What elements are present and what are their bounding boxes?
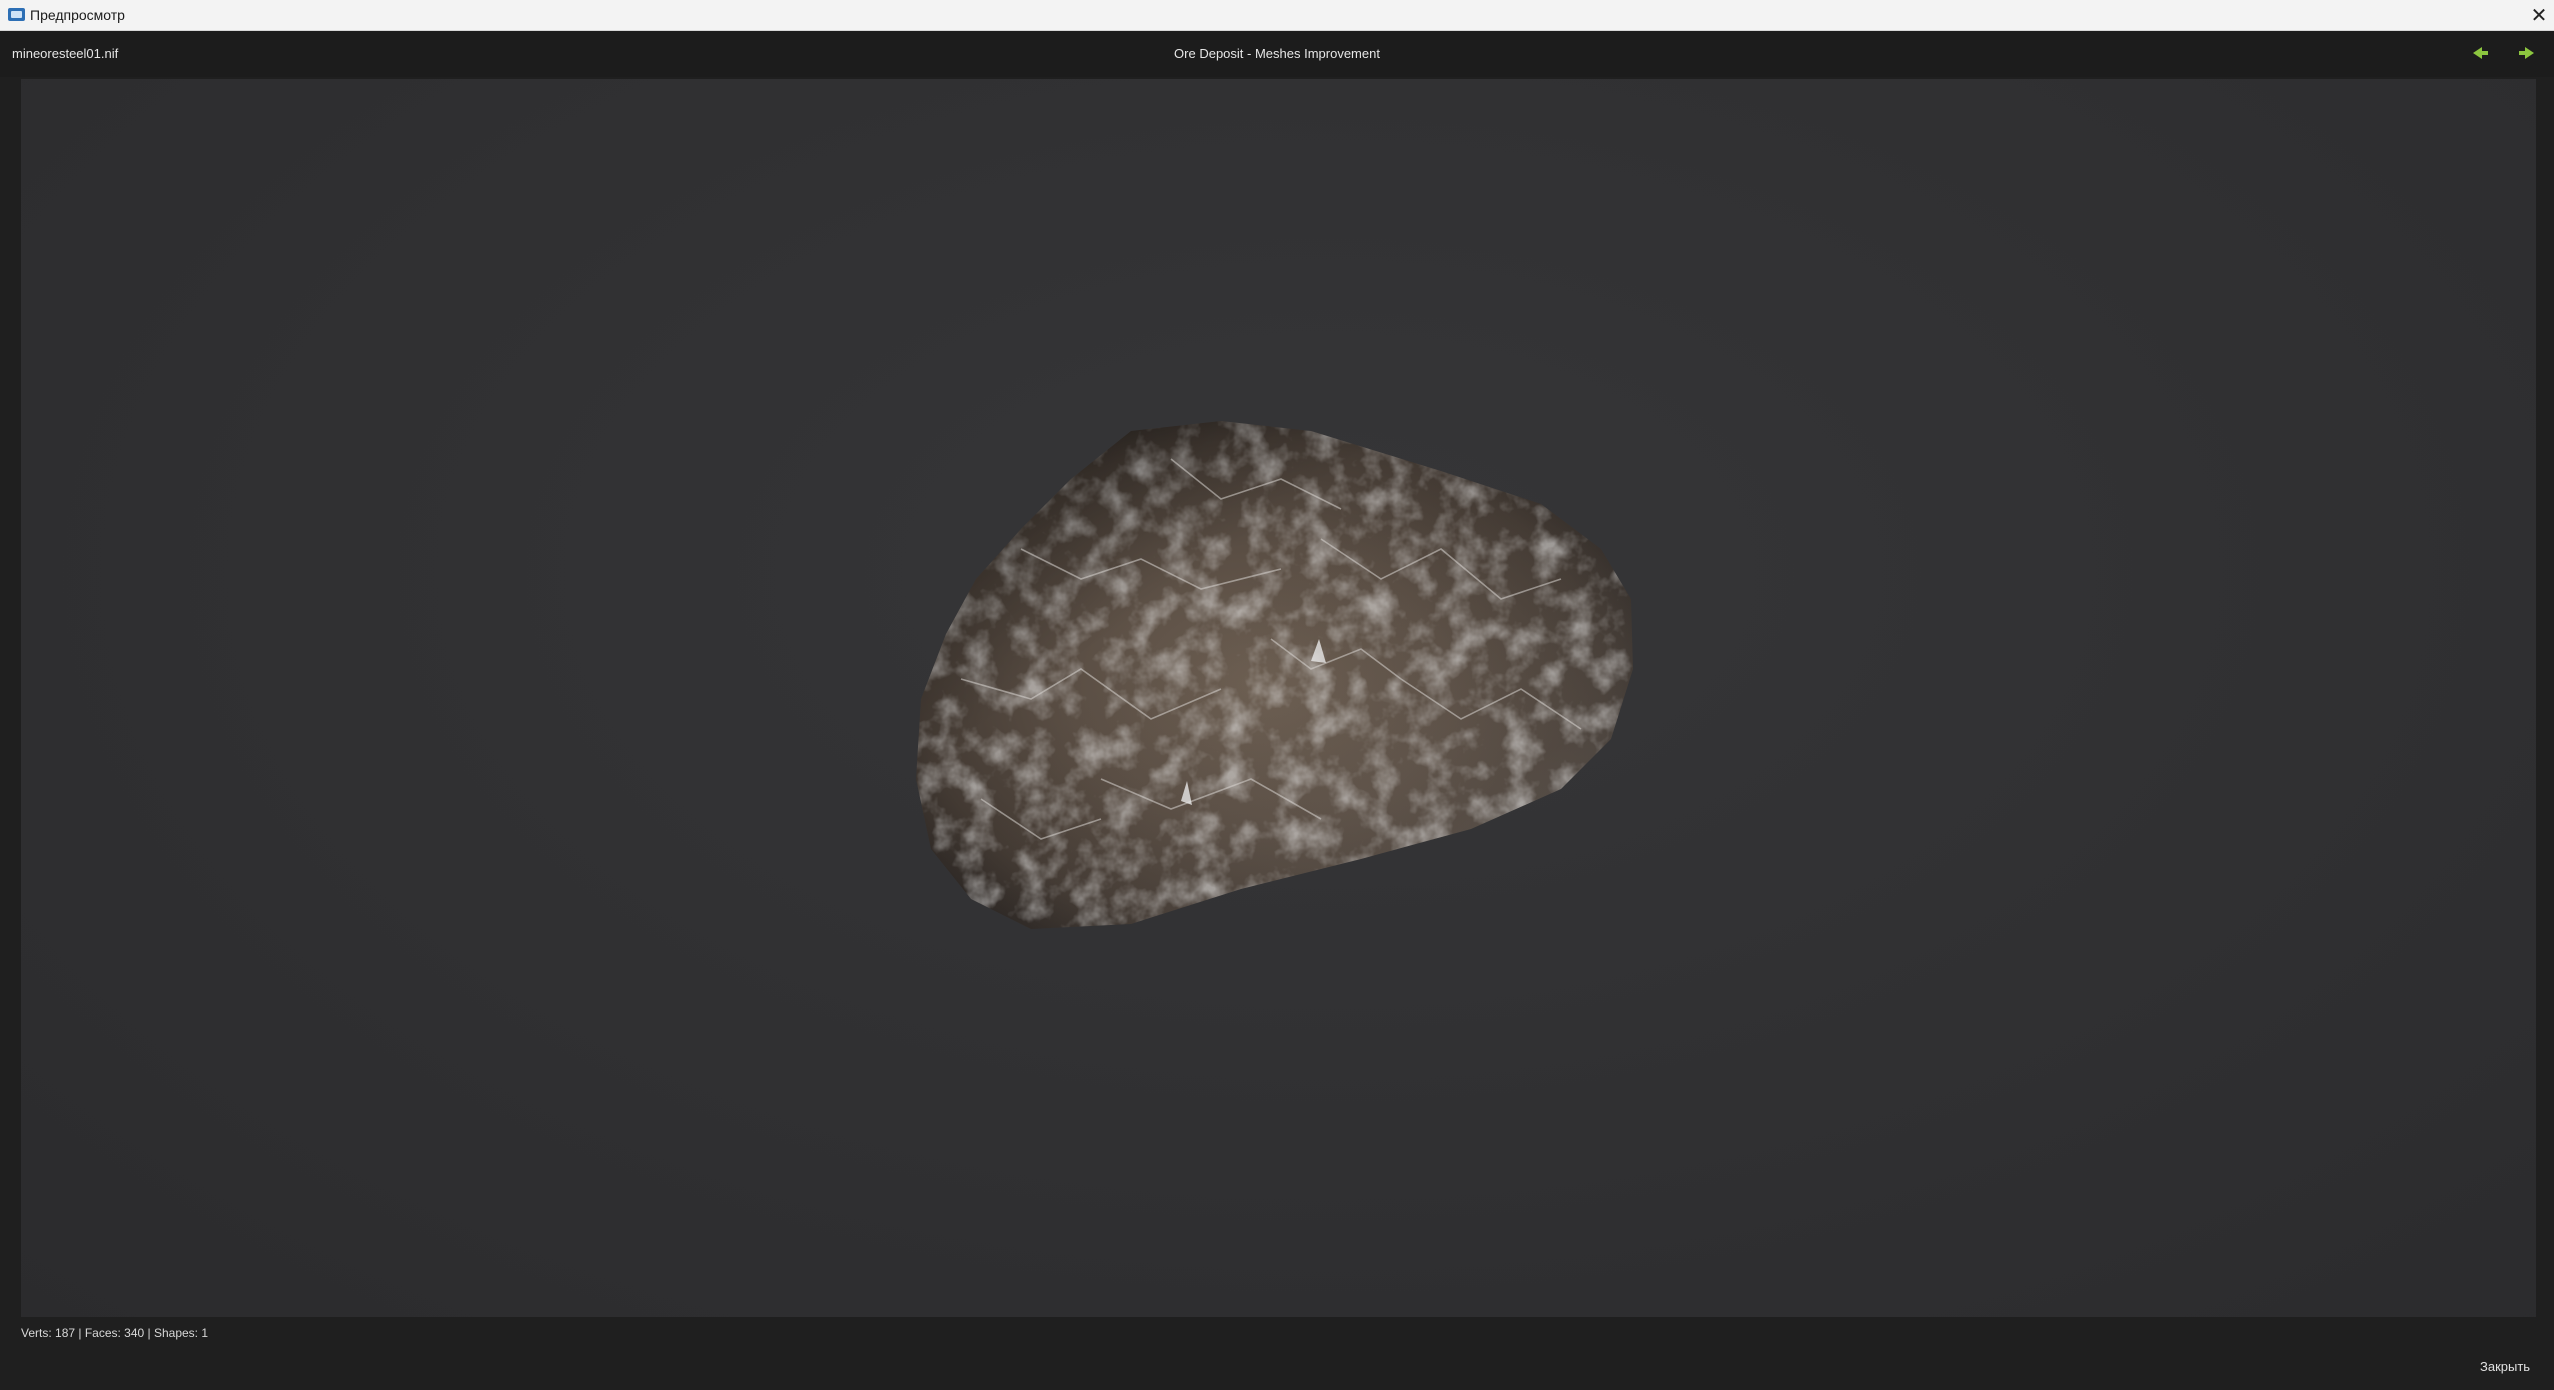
previous-button[interactable] xyxy=(2468,43,2492,63)
app-icon xyxy=(8,8,25,21)
rock-shape xyxy=(916,421,1633,929)
window-title: Предпросмотр xyxy=(30,7,125,23)
next-button[interactable] xyxy=(2514,43,2538,63)
arrow-left-icon xyxy=(2472,47,2482,59)
ore-rock-mesh xyxy=(916,421,1633,929)
3d-viewport[interactable] xyxy=(21,79,2536,1317)
mesh-stats: Verts: 187 | Faces: 340 | Shapes: 1 xyxy=(21,1326,209,1340)
close-window-button[interactable]: ✕ xyxy=(2524,0,2554,31)
mod-title: Ore Deposit - Meshes Improvement xyxy=(1174,46,1380,61)
close-icon: ✕ xyxy=(2530,5,2548,27)
title-bar: Предпросмотр ✕ xyxy=(0,0,2554,31)
preview-header: mineoresteel01.nif Ore Deposit - Meshes … xyxy=(0,31,2554,77)
arrow-right-icon xyxy=(2524,47,2534,59)
close-button[interactable]: Закрыть xyxy=(2480,1359,2530,1374)
preview-window: Предпросмотр ✕ mineoresteel01.nif Ore De… xyxy=(0,0,2554,1390)
